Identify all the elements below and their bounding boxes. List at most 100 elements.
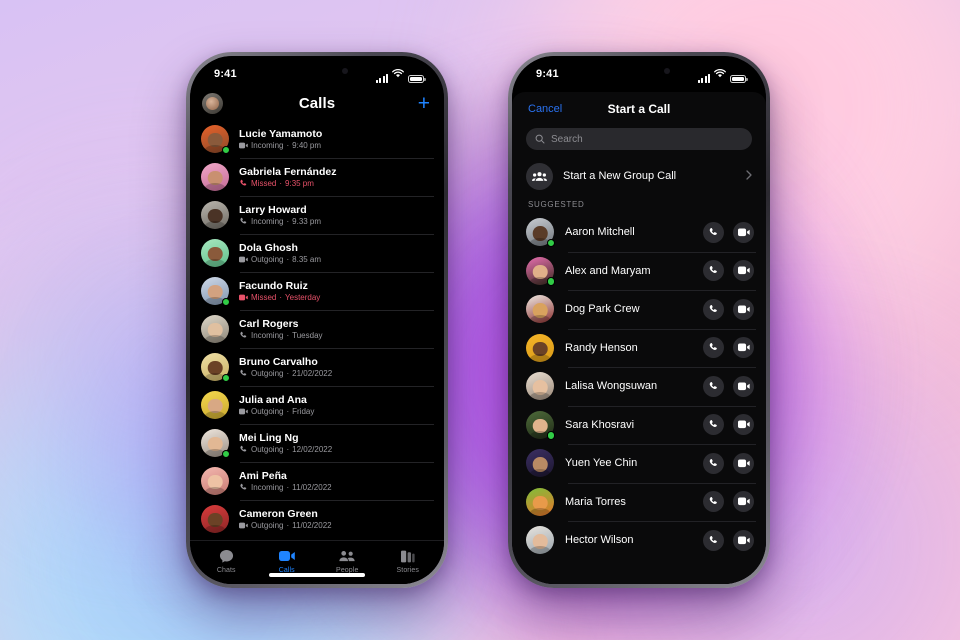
video-call-button[interactable]: [733, 337, 754, 359]
avatar[interactable]: [526, 526, 554, 555]
avatar[interactable]: [201, 467, 229, 495]
calls-list[interactable]: Lucie Yamamoto Incoming · 9:40 pm Gabriela F…: [190, 120, 444, 540]
avatar[interactable]: [526, 333, 554, 362]
search-input[interactable]: Search: [526, 128, 752, 150]
call-contact-name: Mei Ling Ng: [239, 432, 299, 444]
audio-call-button[interactable]: [703, 375, 724, 397]
avatar[interactable]: [526, 372, 554, 401]
suggested-list[interactable]: Aaron Mitchell Alex and Maryam Dog Park Cr…: [512, 213, 766, 584]
online-badge: [546, 431, 555, 440]
avatar[interactable]: [201, 277, 230, 306]
call-row[interactable]: Ami Peña Incoming · 11/02/2022: [201, 462, 444, 500]
call-contact-name: Larry Howard: [239, 204, 307, 216]
video-call-button[interactable]: [733, 260, 754, 282]
call-row[interactable]: Bruno Carvalho Outgoing · 21/02/2022: [201, 348, 444, 386]
audio-call-button[interactable]: [703, 337, 724, 359]
audio-call-button[interactable]: [703, 414, 724, 436]
tab-label: Chats: [216, 566, 236, 574]
phone-icon: [708, 342, 719, 353]
call-row[interactable]: Larry Howard Incoming · 9.33 pm: [201, 196, 444, 234]
call-separator: ·: [286, 255, 290, 264]
call-row[interactable]: Dola Ghosh Outgoing · 8.35 am: [201, 234, 444, 272]
suggested-row[interactable]: Alex and Maryam: [526, 251, 766, 291]
contact-name: Hector Wilson: [565, 534, 634, 547]
section-label-suggested: SUGGESTED: [528, 200, 585, 209]
tab-bar[interactable]: Chats Calls People Stories: [190, 540, 444, 584]
avatar[interactable]: [202, 92, 223, 114]
call-time: 11/02/2022: [292, 521, 332, 530]
suggested-row[interactable]: Yuen Yee Chin: [526, 444, 766, 483]
video-camera-icon: [737, 420, 750, 429]
call-row[interactable]: Facundo Ruiz Missed · Yesterday: [201, 272, 444, 310]
call-row[interactable]: Cameron Green Outgoing · 11/02/2022: [201, 500, 444, 538]
call-status-text: Outgoing: [251, 255, 284, 264]
search-icon: [535, 134, 545, 144]
avatar[interactable]: [201, 391, 229, 419]
audio-call-button[interactable]: [703, 491, 724, 513]
suggested-row[interactable]: Lalisa Wongsuwan: [526, 367, 766, 406]
video-call-button[interactable]: [733, 221, 754, 243]
call-row[interactable]: Gabriela Fernández Missed · 9:35 pm: [201, 158, 444, 196]
new-call-button[interactable]: +: [418, 93, 430, 114]
call-row[interactable]: Carl Rogers Incoming · Tuesday: [201, 310, 444, 348]
video-call-button[interactable]: [733, 414, 754, 436]
suggested-row[interactable]: Dog Park Crew: [526, 290, 766, 329]
home-indicator: [269, 573, 365, 577]
online-badge: [221, 145, 230, 154]
audio-call-button[interactable]: [703, 221, 724, 243]
avatar[interactable]: [201, 239, 229, 267]
avatar[interactable]: [201, 315, 229, 343]
call-contact-name: Cameron Green: [239, 508, 318, 520]
video-call-button[interactable]: [733, 298, 754, 320]
tab-people[interactable]: People: [321, 549, 373, 574]
cancel-button[interactable]: Cancel: [528, 103, 562, 115]
avatar[interactable]: [526, 256, 555, 286]
avatar[interactable]: [526, 295, 554, 324]
group-people-icon: [526, 162, 553, 190]
call-row[interactable]: Lucie Yamamoto Incoming · 9:40 pm: [201, 120, 444, 158]
avatar[interactable]: [201, 201, 229, 229]
audio-call-button[interactable]: [703, 529, 724, 551]
search-container: Search: [512, 126, 766, 159]
suggested-row[interactable]: Hector Wilson: [526, 521, 766, 560]
avatar[interactable]: [201, 429, 230, 458]
tab-stories[interactable]: Stories: [382, 549, 434, 574]
video-call-button[interactable]: [733, 375, 754, 397]
suggested-row[interactable]: Aaron Mitchell: [526, 213, 766, 252]
call-status: Incoming · Tuesday: [239, 331, 323, 340]
avatar[interactable]: [526, 449, 554, 478]
video-call-button[interactable]: [733, 452, 754, 474]
avatar[interactable]: [526, 487, 554, 516]
avatar[interactable]: [526, 218, 555, 248]
video-call-button[interactable]: [733, 491, 754, 513]
call-status: Missed · 9:35 pm: [239, 179, 336, 188]
avatar[interactable]: [526, 410, 555, 440]
audio-call-button[interactable]: [703, 298, 724, 320]
call-contact-name: Bruno Carvalho: [239, 356, 318, 368]
suggested-row[interactable]: Sara Khosravi: [526, 405, 766, 445]
wifi-icon: [714, 65, 726, 83]
video-camera-icon: [737, 536, 750, 545]
video-camera-icon: [239, 293, 248, 302]
avatar[interactable]: [201, 353, 230, 382]
tab-chats[interactable]: Chats: [200, 549, 252, 574]
call-separator: ·: [286, 483, 290, 492]
avatar[interactable]: [201, 125, 230, 154]
video-camera-icon: [239, 521, 248, 530]
video-call-button[interactable]: [733, 529, 754, 551]
audio-call-button[interactable]: [703, 452, 724, 474]
signal-bars-icon: [697, 74, 710, 83]
avatar[interactable]: [201, 163, 229, 191]
video-camera-icon: [737, 228, 750, 237]
tab-calls[interactable]: Calls: [261, 549, 313, 574]
call-separator: ·: [279, 179, 283, 188]
suggested-row[interactable]: Randy Henson: [526, 328, 766, 368]
call-row[interactable]: Mei Ling Ng Outgoing · 12/02/2022: [201, 424, 444, 462]
avatar[interactable]: [201, 505, 229, 533]
audio-call-button[interactable]: [703, 260, 724, 282]
suggested-row[interactable]: Maria Torres: [526, 482, 766, 522]
start-new-group-call-row[interactable]: Start a New Group Call: [512, 159, 766, 193]
call-status: Incoming · 11/02/2022: [239, 483, 332, 492]
tab-label: Stories: [396, 566, 419, 574]
call-row[interactable]: Julia and Ana Outgoing · Friday: [201, 386, 444, 424]
